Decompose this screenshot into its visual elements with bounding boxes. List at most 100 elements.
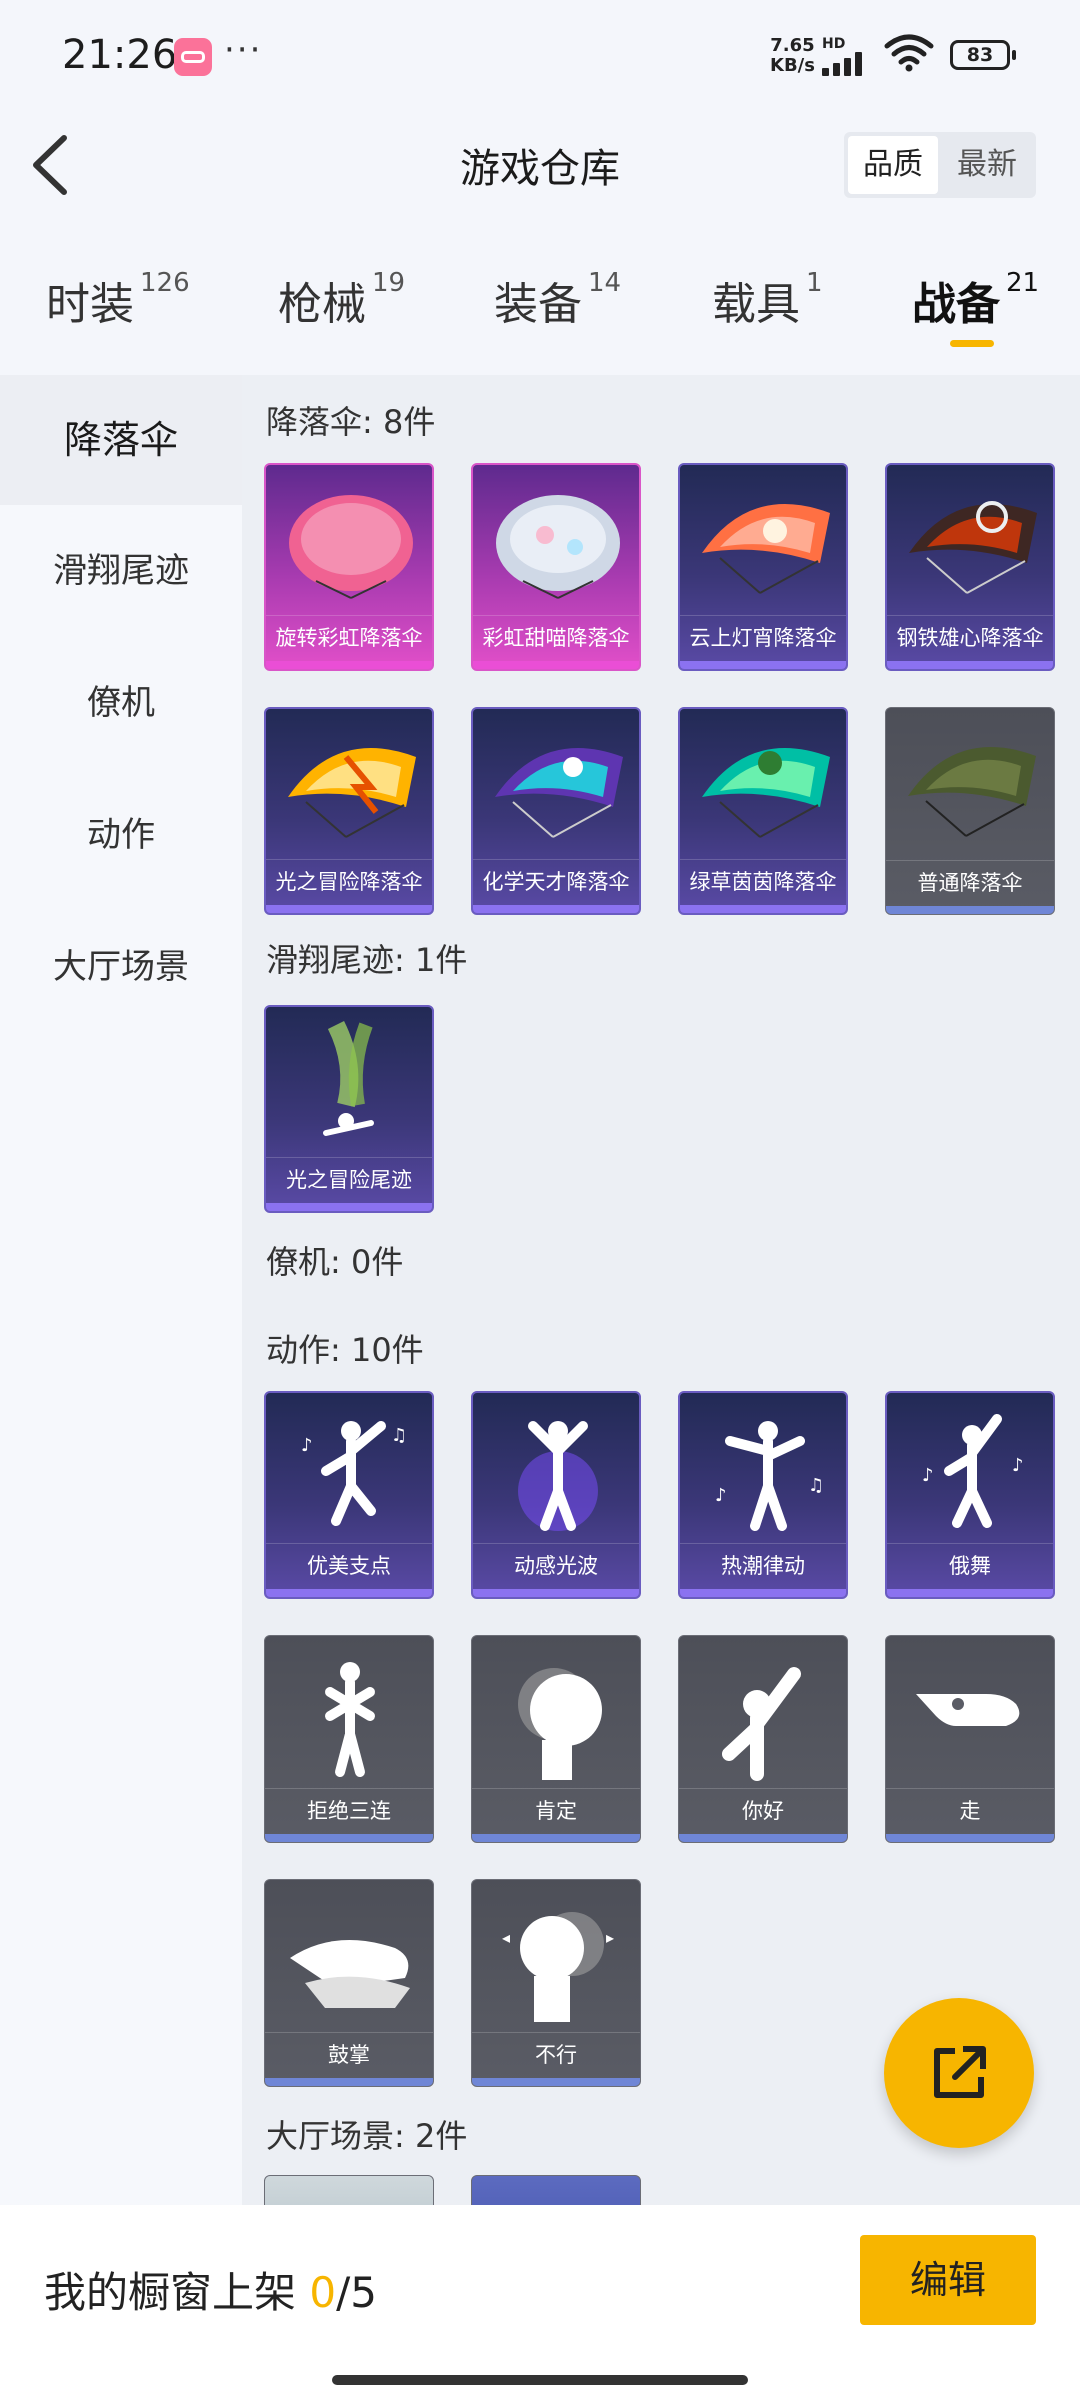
rarity-bar: [266, 1589, 432, 1597]
sidebar-item-wingman[interactable]: 僚机: [0, 637, 242, 769]
showcase-label: 我的橱窗上架: [44, 2268, 310, 2317]
parachute-icon: [702, 748, 830, 838]
parachute-icon: [702, 504, 830, 594]
rarity-bar: [680, 905, 846, 913]
item-name: 肯定: [472, 1788, 640, 1832]
item-card[interactable]: 钢铁雄心降落伞: [885, 463, 1055, 671]
rarity-bar: [886, 906, 1054, 914]
item-card[interactable]: 绿草茵茵降落伞: [678, 707, 848, 915]
dancer-icon: ♪ ♫: [301, 1421, 407, 1526]
sort-toggle: 品质 最新: [844, 132, 1036, 198]
category-tabs: 时装 126 枪械 19 装备 14 载具 1 战备 21: [0, 240, 1080, 360]
item-card[interactable]: ♪ ♪ 俄舞: [885, 1391, 1055, 1599]
item-card[interactable]: 光之冒险降落伞: [264, 707, 434, 915]
sort-quality-button[interactable]: 品质: [848, 136, 938, 194]
item-name: 化学天才降落伞: [473, 859, 639, 903]
item-card[interactable]: 旋转彩虹降落伞: [264, 463, 434, 671]
item-name: 不行: [472, 2032, 640, 2076]
item-card[interactable]: [264, 2175, 434, 2205]
item-name: 拒绝三连: [265, 1788, 433, 1832]
bottom-bar: 我的橱窗上架 0/5 编辑: [0, 2205, 1080, 2400]
rarity-bar: [887, 1589, 1053, 1597]
rarity-bar: [472, 1834, 640, 1842]
item-name: 俄舞: [887, 1543, 1053, 1587]
rarity-bar: [265, 1834, 433, 1842]
item-card[interactable]: 鼓掌: [264, 1879, 434, 2087]
home-indicator[interactable]: [332, 2375, 748, 2385]
item-card[interactable]: ◂ ▸ 不行: [471, 1879, 641, 2087]
more-notifications-icon: ···: [224, 30, 263, 70]
svg-text:▸: ▸: [606, 1928, 614, 1947]
item-card[interactable]: 普通降落伞: [885, 707, 1055, 915]
tab-label: 载具: [712, 279, 800, 330]
pointing-hand-icon: [916, 1694, 1020, 1726]
rarity-bar: [266, 905, 432, 913]
section-title-glide-trail: 滑翔尾迹: 1件: [266, 941, 468, 979]
rarity-bar: [473, 661, 639, 669]
item-card[interactable]: 云上灯宵降落伞: [678, 463, 848, 671]
head-shake-icon: ◂ ▸: [502, 1912, 614, 2022]
tab-weapons[interactable]: 枪械 19: [278, 268, 405, 332]
section-title-emote: 动作: 10件: [266, 1331, 424, 1369]
item-card[interactable]: 化学天才降落伞: [471, 707, 641, 915]
sort-newest-button[interactable]: 最新: [942, 136, 1032, 194]
sidebar: 降落伞 滑翔尾迹 僚机 动作 大厅场景: [0, 375, 242, 2205]
network-speed-unit: KB/s: [770, 55, 815, 76]
item-card[interactable]: 彩虹甜喵降落伞: [471, 463, 641, 671]
showcase-separator: /: [336, 2268, 351, 2317]
item-name: 光之冒险尾迹: [266, 1157, 432, 1201]
item-card[interactable]: 肯定: [471, 1635, 641, 1843]
rarity-bar: [680, 1589, 846, 1597]
battery-indicator: 83: [950, 40, 1016, 70]
section-title-parachute: 降落伞: 8件: [266, 403, 436, 441]
sidebar-item-glide-trail[interactable]: 滑翔尾迹: [0, 505, 242, 637]
parachute-icon: [288, 748, 416, 838]
clapping-hands-icon: [290, 1940, 410, 2008]
svg-text:♪: ♪: [715, 1485, 727, 1506]
tab-vehicles[interactable]: 载具 1: [712, 268, 823, 332]
item-name: 优美支点: [266, 1543, 432, 1587]
parachute-icon: [289, 495, 413, 599]
sidebar-item-emote[interactable]: 动作: [0, 769, 242, 901]
tab-count: 1: [806, 268, 823, 298]
showcase-current-count: 0: [309, 2268, 337, 2317]
tab-count: 14: [588, 268, 622, 298]
item-name: 钢铁雄心降落伞: [887, 615, 1053, 659]
item-name: 绿草茵茵降落伞: [680, 859, 846, 903]
item-card[interactable]: 光之冒险尾迹: [264, 1005, 434, 1213]
item-card[interactable]: 拒绝三连: [264, 1635, 434, 1843]
item-card[interactable]: 动感光波: [471, 1391, 641, 1599]
tab-fashion[interactable]: 时装 126: [46, 268, 190, 332]
item-name: 鼓掌: [265, 2032, 433, 2076]
tab-count: 21: [1006, 268, 1040, 298]
parachute-icon: [495, 748, 623, 838]
item-name: 普通降落伞: [886, 860, 1054, 904]
item-name: 彩虹甜喵降落伞: [473, 615, 639, 659]
active-tab-indicator: [950, 340, 994, 347]
share-button[interactable]: [884, 1998, 1034, 2148]
item-card[interactable]: [471, 2175, 641, 2205]
item-card[interactable]: 走: [885, 1635, 1055, 1843]
edit-button[interactable]: 编辑: [860, 2235, 1036, 2325]
network-speed-value: 7.65: [770, 35, 815, 56]
tab-count: 126: [140, 268, 190, 298]
item-card[interactable]: ♪ ♫ 优美支点: [264, 1391, 434, 1599]
waving-hand-icon: [722, 1667, 801, 1781]
item-card[interactable]: ♪ ♫ 热潮律动: [678, 1391, 848, 1599]
svg-text:♫: ♫: [391, 1425, 407, 1446]
hd-indicator: HD: [822, 36, 846, 52]
inventory-grid: 降落伞: 8件 旋转彩虹降落伞 彩虹甜喵降落伞 云上灯宵降落伞 钢铁雄心降落伞 …: [242, 375, 1080, 2205]
item-name: 热潮律动: [680, 1543, 846, 1587]
svg-text:♪: ♪: [922, 1465, 934, 1486]
crossed-arms-icon: [325, 1662, 375, 1777]
glide-trail-icon: [323, 1020, 374, 1136]
sidebar-item-parachute[interactable]: 降落伞: [0, 375, 242, 505]
svg-text:◂: ◂: [502, 1928, 510, 1947]
wifi-icon: [884, 34, 934, 72]
tab-combat-gear[interactable]: 战备 21: [912, 268, 1039, 332]
rarity-bar: [886, 1834, 1054, 1842]
sidebar-item-lobby-scene[interactable]: 大厅场景: [0, 901, 242, 1033]
tab-equipment[interactable]: 装备 14: [494, 268, 621, 332]
item-card[interactable]: 你好: [678, 1635, 848, 1843]
nodding-head-icon: [518, 1668, 602, 1780]
